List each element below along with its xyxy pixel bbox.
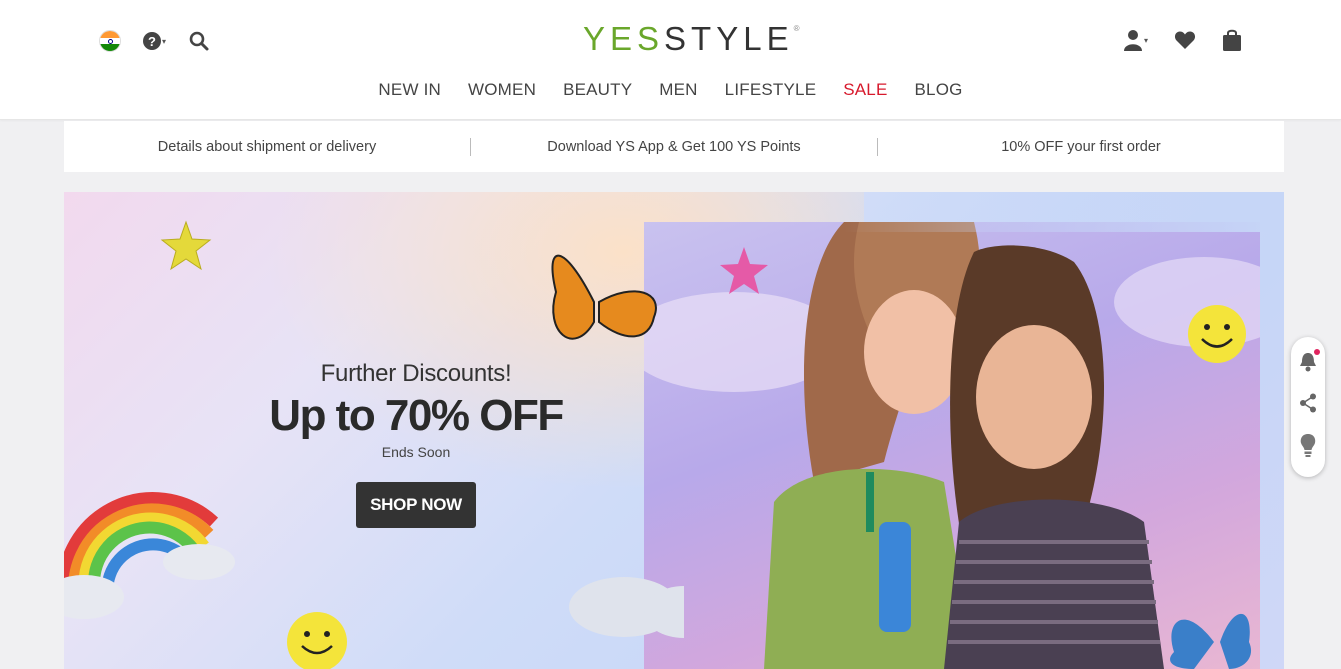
nav-new-in[interactable]: NEW IN — [378, 80, 441, 100]
nav-men[interactable]: MEN — [659, 80, 697, 100]
notification-dot — [1314, 348, 1320, 355]
account-menu[interactable]: ▾ — [1124, 28, 1148, 52]
nav-blog[interactable]: BLOG — [915, 80, 963, 100]
hero-banner[interactable]: Further Discounts! Up to 70% OFF Ends So… — [64, 192, 1284, 669]
site-header: ? ▾ YESSTYLE® ▾ NEW IN WOMEN BEAUTY MEN … — [0, 0, 1341, 120]
help-menu[interactable]: ? ▾ — [143, 32, 166, 50]
nav-lifestyle[interactable]: LIFESTYLE — [725, 80, 817, 100]
shop-now-button[interactable]: SHOP NOW — [356, 482, 476, 529]
promo-first-order-link[interactable]: 10% OFF your first order — [878, 139, 1284, 155]
bell-icon[interactable] — [1299, 348, 1320, 378]
lightbulb-icon[interactable] — [1299, 433, 1317, 464]
header-utilities-right: ▾ — [1124, 28, 1242, 52]
nav-women[interactable]: WOMEN — [468, 80, 536, 100]
banner-ends-label: Ends Soon — [381, 444, 451, 461]
shopping-bag-icon[interactable] — [1222, 28, 1242, 52]
promo-shipment-link[interactable]: Details about shipment or delivery — [64, 139, 470, 155]
main-nav: NEW IN WOMEN BEAUTY MEN LIFESTYLE SALE B… — [0, 80, 1341, 100]
banner-subtitle: Further Discounts! — [320, 360, 512, 387]
chevron-down-icon: ▾ — [162, 36, 167, 46]
promo-strip: Details about shipment or delivery Downl… — [64, 121, 1284, 172]
hero-photo — [624, 222, 1284, 669]
nav-sale[interactable]: SALE — [843, 80, 887, 100]
yesstyle-logo[interactable]: YESSTYLE® — [583, 20, 800, 58]
promo-app-link[interactable]: Download YS App & Get 100 YS Points — [471, 139, 877, 155]
chevron-down-icon: ▾ — [1144, 35, 1149, 45]
floating-widget — [1291, 337, 1325, 477]
share-icon[interactable] — [1299, 393, 1317, 418]
heart-icon[interactable] — [1174, 30, 1196, 50]
nav-beauty[interactable]: BEAUTY — [563, 80, 632, 100]
banner-headline: Up to 70% OFF — [269, 391, 564, 440]
india-flag-icon[interactable] — [99, 30, 121, 52]
search-icon[interactable] — [188, 30, 210, 52]
account-icon — [1124, 30, 1142, 51]
help-icon: ? — [143, 32, 161, 50]
banner-promo-text: Further Discounts! Up to 70% OFF Ends So… — [240, 360, 592, 529]
header-utilities-left: ? ▾ — [99, 30, 210, 52]
